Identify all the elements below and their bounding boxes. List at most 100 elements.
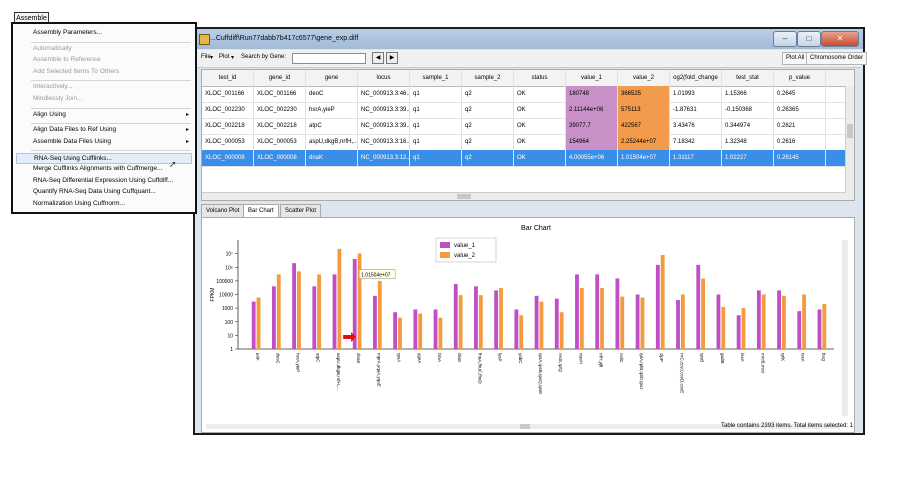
bar-value_1[interactable] bbox=[373, 295, 377, 349]
bar-value_1[interactable] bbox=[474, 286, 478, 349]
bar-value_1[interactable] bbox=[453, 283, 458, 349]
bar-value_2[interactable] bbox=[519, 315, 524, 349]
bar-value_2[interactable] bbox=[357, 253, 362, 349]
bar-value_1[interactable] bbox=[413, 309, 418, 349]
bar-value_1[interactable] bbox=[696, 264, 701, 349]
bar-value_2[interactable] bbox=[539, 301, 544, 349]
column-header[interactable]: gene bbox=[306, 70, 358, 86]
bar-value_1[interactable] bbox=[716, 294, 721, 350]
menu-item[interactable]: Quantify RNA-Seq Data Using Cuffquant... bbox=[33, 188, 156, 195]
menu-item[interactable]: Assembly Parameters... bbox=[33, 29, 102, 36]
chart-vertical-scrollbar[interactable] bbox=[842, 240, 848, 416]
menu-item[interactable]: Merge Cufflinks Alignments with Cuffmerg… bbox=[33, 165, 162, 172]
bar-value_2[interactable] bbox=[680, 294, 685, 350]
column-header[interactable]: value_2 bbox=[618, 70, 670, 86]
tab-bar-chart[interactable]: Bar Chart bbox=[243, 204, 279, 218]
bar-value_2[interactable] bbox=[721, 307, 726, 349]
plot-menu[interactable]: Plot bbox=[219, 54, 229, 60]
column-header[interactable]: gene_id bbox=[254, 70, 306, 86]
bar-value_1[interactable] bbox=[271, 286, 276, 349]
menu-item[interactable]: Normalization Using Cuffnorm... bbox=[33, 200, 125, 207]
column-header[interactable]: sample_1 bbox=[410, 70, 462, 86]
bar-value_2[interactable] bbox=[276, 274, 281, 349]
bar-value_1[interactable] bbox=[797, 311, 802, 349]
bar-value_1[interactable] bbox=[312, 286, 317, 349]
bar-value_1[interactable] bbox=[736, 315, 741, 349]
bar-value_2[interactable] bbox=[761, 294, 766, 350]
chromosome-order-button[interactable]: Chromosome Order bbox=[806, 52, 868, 65]
column-header[interactable]: locus bbox=[358, 70, 410, 86]
bar-value_2[interactable] bbox=[579, 287, 584, 349]
bar-value_1[interactable] bbox=[393, 312, 398, 349]
bar-value_2[interactable] bbox=[256, 297, 261, 349]
bar-value_2[interactable] bbox=[802, 294, 807, 350]
column-header[interactable]: value_1 bbox=[566, 70, 618, 86]
bar-value_2[interactable] bbox=[822, 304, 827, 349]
bar-value_1[interactable] bbox=[494, 290, 499, 349]
column-header[interactable]: sample_2 bbox=[462, 70, 514, 86]
bar-value_1[interactable] bbox=[615, 278, 620, 349]
maximize-button[interactable]: □ bbox=[797, 31, 821, 47]
plot-all-button[interactable]: Plot All bbox=[782, 52, 809, 65]
previous-button[interactable]: ◀ bbox=[372, 52, 384, 64]
bar-value_2[interactable] bbox=[398, 317, 402, 349]
scroll-thumb[interactable] bbox=[520, 424, 530, 429]
bar-value_2[interactable] bbox=[620, 296, 625, 349]
bar-value_2[interactable] bbox=[660, 254, 665, 349]
column-header[interactable]: p_value bbox=[774, 70, 826, 86]
menu-item[interactable]: Align Using bbox=[33, 111, 66, 118]
search-input[interactable] bbox=[292, 53, 366, 64]
tab-volcano-plot[interactable]: Volcano Plot bbox=[201, 204, 245, 218]
scroll-thumb[interactable] bbox=[457, 194, 471, 199]
bar-value_2[interactable] bbox=[559, 312, 564, 349]
table-row[interactable]: XLOC_002230 XLOC_002230 hsrA,yieP NC_000913… bbox=[202, 102, 854, 119]
scroll-thumb[interactable] bbox=[847, 124, 853, 138]
bar-value_1[interactable] bbox=[756, 290, 761, 349]
bar-value_1[interactable] bbox=[676, 299, 680, 349]
bar-value_2[interactable] bbox=[377, 280, 382, 349]
bar-value_2[interactable] bbox=[418, 313, 423, 349]
bar-value_1[interactable] bbox=[332, 274, 337, 349]
menu-item[interactable]: RNA-Seq Differential Expression Using Cu… bbox=[33, 177, 173, 184]
column-header[interactable]: og2(fold_change bbox=[670, 70, 722, 86]
bar-value_2[interactable] bbox=[438, 317, 443, 349]
bar-value_1[interactable] bbox=[251, 301, 256, 349]
bar-value_1[interactable] bbox=[534, 295, 539, 349]
bar-value_1[interactable] bbox=[514, 309, 519, 349]
bar-value_1[interactable] bbox=[817, 309, 822, 349]
bar-value_1[interactable] bbox=[554, 298, 559, 349]
bar-value_2[interactable] bbox=[458, 295, 463, 349]
bar-value_2[interactable] bbox=[781, 295, 786, 349]
tab-scatter-plot[interactable]: Scatter Plot bbox=[280, 204, 322, 218]
menu-item[interactable]: Align Data Files to Ref Using bbox=[33, 126, 116, 133]
bar-value_2[interactable] bbox=[297, 271, 301, 349]
menu-item[interactable]: RNA-Seq Using Cufflinks... bbox=[16, 153, 192, 165]
bar-value_1[interactable] bbox=[777, 290, 781, 349]
minimize-button[interactable]: – bbox=[773, 31, 797, 47]
bar-value_2[interactable] bbox=[600, 287, 604, 349]
bar-value_2[interactable] bbox=[317, 274, 322, 349]
bar-value_1[interactable] bbox=[595, 274, 600, 349]
bar-value_2[interactable] bbox=[478, 295, 483, 349]
bar-value_1[interactable] bbox=[292, 263, 297, 349]
bar-value_2[interactable] bbox=[640, 297, 645, 349]
bar-value_2[interactable] bbox=[741, 308, 746, 349]
plot-dropdown-icon[interactable]: ▾ bbox=[231, 54, 234, 61]
column-header[interactable]: status bbox=[514, 70, 566, 86]
table-vertical-scrollbar[interactable] bbox=[845, 86, 854, 200]
table-row[interactable]: XLOC_000008 XLOC_000008 dnaK NC_000913.3:12… bbox=[202, 150, 854, 167]
bar-value_2[interactable] bbox=[499, 287, 503, 349]
column-header[interactable]: test_id bbox=[202, 70, 254, 86]
table-row[interactable]: XLOC_001166 XLOC_001166 deoC NC_000913.3:46… bbox=[202, 86, 854, 103]
table-row[interactable]: XLOC_000053 XLOC_000053 aspU,dkgB,nrfH,...… bbox=[202, 134, 854, 151]
file-dropdown-icon[interactable]: ▾ bbox=[210, 54, 213, 61]
menu-item[interactable]: Assemble Data Files Using bbox=[33, 138, 111, 145]
close-button[interactable]: ✕ bbox=[821, 31, 859, 47]
bar-value_1[interactable] bbox=[433, 309, 438, 349]
next-button[interactable]: ▶ bbox=[386, 52, 398, 64]
bar-value_1[interactable] bbox=[575, 274, 579, 349]
bar-value_1[interactable] bbox=[635, 294, 640, 350]
bar-value_1[interactable] bbox=[655, 264, 660, 349]
column-header[interactable]: test_stat bbox=[722, 70, 774, 86]
table-horizontal-scrollbar[interactable] bbox=[202, 192, 846, 200]
